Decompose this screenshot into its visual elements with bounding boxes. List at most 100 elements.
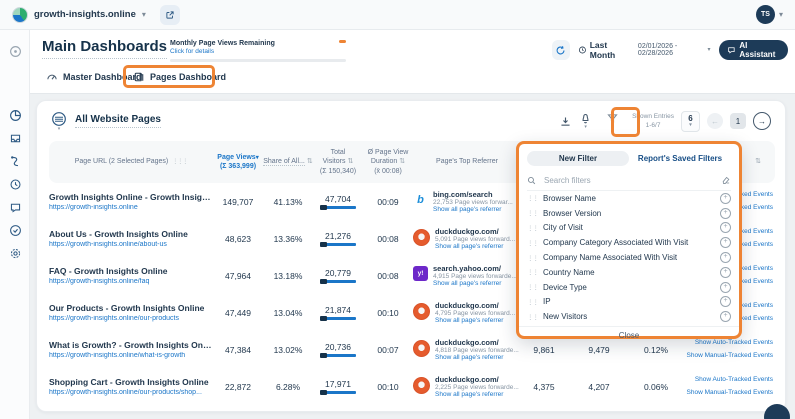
page-url-link[interactable]: https://growth-insights.online/our-produ… (49, 315, 213, 322)
filter-item[interactable]: ⋮⋮ City of Visit + (527, 221, 731, 236)
history-icon[interactable] (8, 177, 22, 191)
page-url-link[interactable]: https://growth-insights.online/our-produ… (49, 389, 213, 396)
current-page[interactable]: 1 (730, 113, 746, 129)
drag-handle-icon[interactable]: ⋮⋮ (527, 254, 538, 262)
drag-handle-icon[interactable]: ⋮⋮ (527, 239, 538, 247)
referrer-link[interactable]: Show all page's referrer (435, 317, 515, 324)
page-url-link[interactable]: https://growth-insights.online (49, 204, 213, 211)
visitors-bar (320, 206, 356, 209)
add-filter-icon[interactable]: + (720, 208, 731, 219)
auto-tracked-events-link[interactable]: Show Auto-Tracked Events (681, 374, 773, 386)
col-visitors[interactable]: Total Visitors⇅ (Σ 150,340) (313, 148, 363, 176)
drag-handle-icon[interactable]: ⋮⋮ (527, 283, 538, 291)
pie-chart-icon[interactable] (8, 108, 22, 122)
referrer-link[interactable]: Show all page's referrer (433, 280, 517, 287)
arrow-left-icon: ← (711, 117, 719, 126)
alerts-button[interactable]: ▾ (579, 112, 592, 130)
clear-search-icon[interactable] (721, 175, 731, 185)
drag-handle-icon[interactable]: ⋮⋮ (527, 298, 538, 306)
filter-item[interactable]: ⋮⋮ IP + (527, 295, 731, 310)
quota-details-link[interactable]: Click for details (170, 48, 346, 55)
journeys-icon[interactable] (8, 154, 22, 168)
add-filter-icon[interactable]: + (720, 193, 731, 204)
add-filter-icon[interactable]: + (720, 237, 731, 248)
col-referrer[interactable]: Page's Top Referrer (413, 157, 521, 166)
filter-button[interactable]: ▴ (599, 108, 625, 134)
col-page-views[interactable]: Page Views▾ (Σ 363,999) (213, 153, 263, 172)
page-url-link[interactable]: https://growth-insights.online/faq (49, 278, 213, 285)
add-filter-icon[interactable]: + (720, 296, 731, 307)
ai-assistant-button[interactable]: AI Assistant (719, 40, 789, 60)
manual-tracked-events-link[interactable]: Show Manual-Tracked Events (681, 387, 773, 399)
visitors-value: 20,779 (325, 268, 351, 278)
referrer-link[interactable]: Show all page's referrer (435, 391, 519, 398)
visitors-value: 47,704 (325, 194, 351, 204)
filter-item[interactable]: ⋮⋮ Browser Version + (527, 206, 731, 221)
referrer-link[interactable]: Show all page's referrer (435, 243, 515, 250)
add-filter-icon[interactable]: + (720, 252, 731, 263)
drag-handle-icon[interactable]: ⋮⋮ (527, 268, 538, 276)
tab-master-dashboard[interactable]: Master Dashboard (46, 71, 142, 83)
referrer-cell: duckduckgo.com/ 2,225 Page views forward… (413, 375, 521, 398)
filter-item[interactable]: ⋮⋮ Company Category Associated With Visi… (527, 235, 731, 250)
inbox-icon[interactable] (8, 131, 22, 145)
sort-icon[interactable]: ⇅ (347, 158, 353, 165)
filter-item[interactable]: ⋮⋮ New Visitors + (527, 309, 731, 324)
drag-handle-icon[interactable]: ⋮⋮ (527, 224, 538, 232)
filter-item[interactable]: ⋮⋮ Device Type + (527, 280, 731, 295)
tab-new-filter[interactable]: New Filter (527, 151, 629, 166)
share-cell: 6.28% (263, 382, 313, 392)
period-selector[interactable]: Last Month (578, 40, 630, 60)
prev-page-button[interactable]: ← (707, 113, 723, 129)
refresh-button[interactable] (552, 40, 570, 60)
table-row[interactable]: Shopping Cart - Growth Insights Online h… (49, 368, 775, 405)
columns-settings-icon[interactable]: ⋮⋮⋮ (172, 158, 187, 166)
visitors-bar (320, 391, 356, 394)
tab-saved-filters[interactable]: Report's Saved Filters (629, 154, 731, 163)
referrer-link[interactable]: Show all page's referrer (433, 206, 513, 213)
download-button[interactable] (559, 115, 572, 128)
sort-icon[interactable]: ⇅ (399, 158, 405, 165)
shield-check-icon[interactable] (8, 223, 22, 237)
shown-entries-label: Shown Entries (632, 113, 674, 120)
user-menu[interactable]: TS ▾ (756, 5, 783, 24)
drag-handle-icon[interactable]: ⋮⋮ (527, 313, 538, 321)
add-filter-icon[interactable]: + (720, 311, 731, 322)
filter-item[interactable]: ⋮⋮ Country Name + (527, 265, 731, 280)
settings-gear-icon[interactable] (8, 246, 22, 260)
domain-selector[interactable]: growth-insights.online ▾ (12, 7, 146, 23)
drag-handle-icon[interactable]: ⋮⋮ (527, 209, 538, 217)
page-url-link[interactable]: https://growth-insights.online/what-is-g… (49, 352, 213, 359)
chevron-down-icon: ▾ (689, 123, 692, 128)
card-header: ▾ All Website Pages ▾ (37, 101, 785, 141)
record-icon[interactable] (8, 44, 22, 58)
chat-icon[interactable] (8, 200, 22, 214)
tab-pages-dashboard[interactable]: Pages Dashboard (133, 71, 226, 83)
add-filter-icon[interactable]: + (720, 222, 731, 233)
add-filter-icon[interactable]: + (720, 267, 731, 278)
filter-item[interactable]: ⋮⋮ Company Name Associated With Visit + (527, 250, 731, 265)
drag-handle-icon[interactable]: ⋮⋮ (527, 194, 538, 202)
sort-icon[interactable]: ⇅ (307, 158, 313, 165)
filter-search-input[interactable] (542, 175, 715, 186)
date-range-selector[interactable]: 02/01/2026 - 02/28/2026 ▾ (638, 43, 711, 57)
gauge-icon (46, 71, 58, 83)
visitors-value: 21,276 (325, 231, 351, 241)
col-share[interactable]: Share of All...⇅ (263, 157, 313, 166)
referrer-link[interactable]: Show all page's referrer (435, 354, 519, 361)
table-circle-icon[interactable]: ▾ (51, 111, 67, 132)
filter-item[interactable]: ⋮⋮ Browser Name + (527, 191, 731, 206)
visitors-bar (320, 317, 356, 320)
manual-tracked-events-link[interactable]: Show Manual-Tracked Events (681, 350, 773, 362)
sort-icon[interactable]: ⇅ (755, 158, 761, 165)
page-url-link[interactable]: https://growth-insights.online/about-us (49, 241, 213, 248)
add-filter-icon[interactable]: + (720, 282, 731, 293)
col-page-url[interactable]: Page URL (2 Selected Pages) ⋮⋮⋮ (49, 157, 213, 166)
shown-entries: Shown Entries 1-6/7 (632, 112, 674, 130)
next-page-button[interactable]: → (753, 112, 771, 130)
page-size-selector[interactable]: 6 ▾ (681, 111, 700, 132)
share-button[interactable] (160, 5, 180, 25)
page-url-cell: About Us - Growth Insights Online https:… (49, 229, 213, 248)
col-duration[interactable]: Ø Page View Duration⇅ (x̄ 00:08) (363, 148, 413, 176)
close-button[interactable]: Close (519, 326, 739, 344)
